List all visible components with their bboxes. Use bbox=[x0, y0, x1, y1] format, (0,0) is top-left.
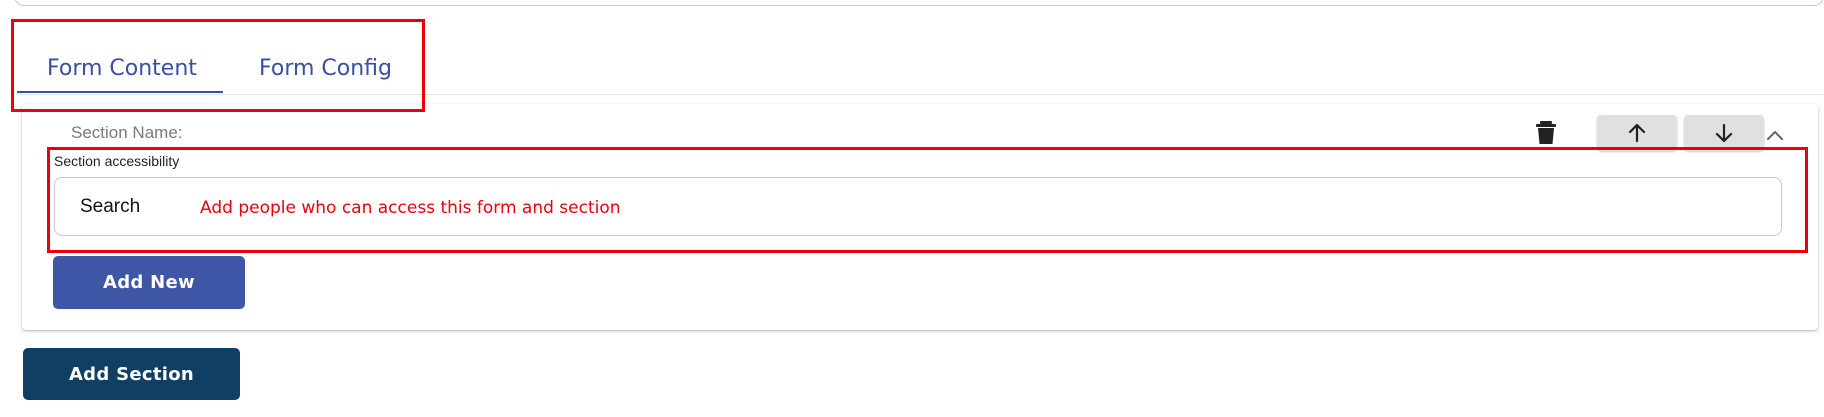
move-down-button[interactable] bbox=[1684, 115, 1764, 151]
search-placeholder: Add people who can access this form and … bbox=[200, 198, 621, 218]
tab-form-content[interactable]: Form Content bbox=[47, 56, 223, 92]
tab-form-config[interactable]: Form Config bbox=[259, 56, 399, 92]
active-tab-indicator bbox=[17, 91, 223, 93]
section-name-label: Section Name: bbox=[71, 123, 183, 142]
arrow-up-icon bbox=[1628, 123, 1646, 143]
add-section-button[interactable]: Add Section bbox=[23, 348, 240, 400]
chevron-up-icon[interactable] bbox=[1766, 128, 1784, 140]
section-accessibility-label: Section accessibility bbox=[54, 153, 180, 169]
tabs-divider bbox=[14, 94, 1824, 95]
move-up-button[interactable] bbox=[1597, 115, 1677, 151]
search-label: Search bbox=[80, 196, 141, 217]
top-input-field[interactable] bbox=[14, 0, 1824, 6]
arrow-down-icon bbox=[1715, 123, 1733, 143]
add-new-button[interactable]: Add New bbox=[53, 256, 245, 309]
trash-icon[interactable] bbox=[1536, 121, 1556, 145]
